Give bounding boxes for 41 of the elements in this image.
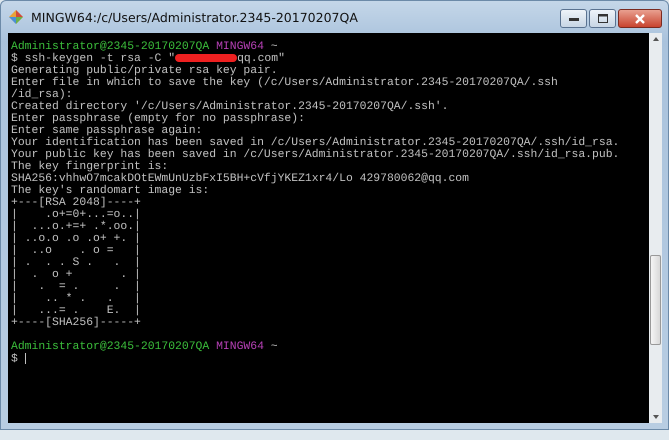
prompt-env: MINGW64: [216, 341, 264, 353]
output-line: | .o+=0+...=o..|: [11, 209, 141, 221]
output-line: | ...= . E. |: [11, 305, 141, 317]
output-line: | .. * . . |: [11, 293, 141, 305]
output-line: Created directory '/c/Users/Administrator.2345-20170207QA/.ssh'.: [11, 101, 448, 113]
minimize-icon: [568, 16, 578, 20]
command-text: $ ssh-keygen -t rsa -C ": [11, 53, 176, 65]
maximize-button[interactable]: [589, 9, 616, 28]
output-line: Enter passphrase (empty for no passphrase):: [11, 113, 305, 125]
output-line: | ..o . o = |: [11, 245, 141, 257]
output-line: The key fingerprint is:: [11, 161, 168, 173]
command-text: qq.com": [237, 53, 285, 65]
output-line: /id_rsa):: [11, 89, 73, 101]
diamond-icon: [8, 9, 24, 25]
scrollbar[interactable]: [649, 33, 662, 423]
maximize-icon: [598, 14, 608, 23]
output-line: Your identification has been saved in /c/Users/Administrator.2345-20170207QA/.ssh/id_rsa.: [11, 137, 620, 149]
output-line: Generating public/private rsa key pair.: [11, 65, 278, 77]
output-line: Enter same passphrase again:: [11, 125, 202, 137]
output-line: The key's randomart image is:: [11, 185, 210, 197]
output-line: | ..o.o .o .o+ +. |: [11, 233, 141, 245]
scrollbar-thumb[interactable]: [650, 255, 661, 345]
output-line: +----[SHA256]-----+: [11, 317, 141, 329]
minimize-button[interactable]: [560, 9, 587, 28]
output-line: | . . . S . . |: [11, 257, 141, 269]
prompt-dir: ~: [270, 341, 278, 353]
close-icon: [634, 14, 646, 24]
input-prompt: $: [11, 354, 19, 366]
output-line: +---[RSA 2048]----+: [11, 197, 141, 209]
prompt-env: MINGW64: [216, 41, 264, 53]
prompt-dir: ~: [270, 41, 278, 53]
prompt-user: Administrator@2345-20170207QA: [11, 341, 210, 353]
output-line: | . = . . |: [11, 281, 141, 293]
window-title: MINGW64:/c/Users/Administrator.2345-20170207QA: [31, 10, 359, 24]
output-line: SHA256:vhhwO7mcakDOtEWmUnUzbFxI5BH+cVfjYKEZ1xr4/Lo 429780062@qq.com: [11, 173, 469, 185]
prompt-user: Administrator@2345-20170207QA: [11, 41, 210, 53]
close-button[interactable]: [618, 9, 662, 28]
output-line: Your public key has been saved in /c/Users/Administrator.2345-20170207QA/.ssh/id_rsa.pub.: [11, 149, 620, 161]
output-line: Enter file in which to save the key (/c/Users/Administrator.2345-20170207QA/.ssh: [11, 77, 558, 89]
output-line: | . o + . |: [11, 269, 141, 281]
output-line: | ...o.+=+ .*.oo.|: [11, 221, 141, 233]
